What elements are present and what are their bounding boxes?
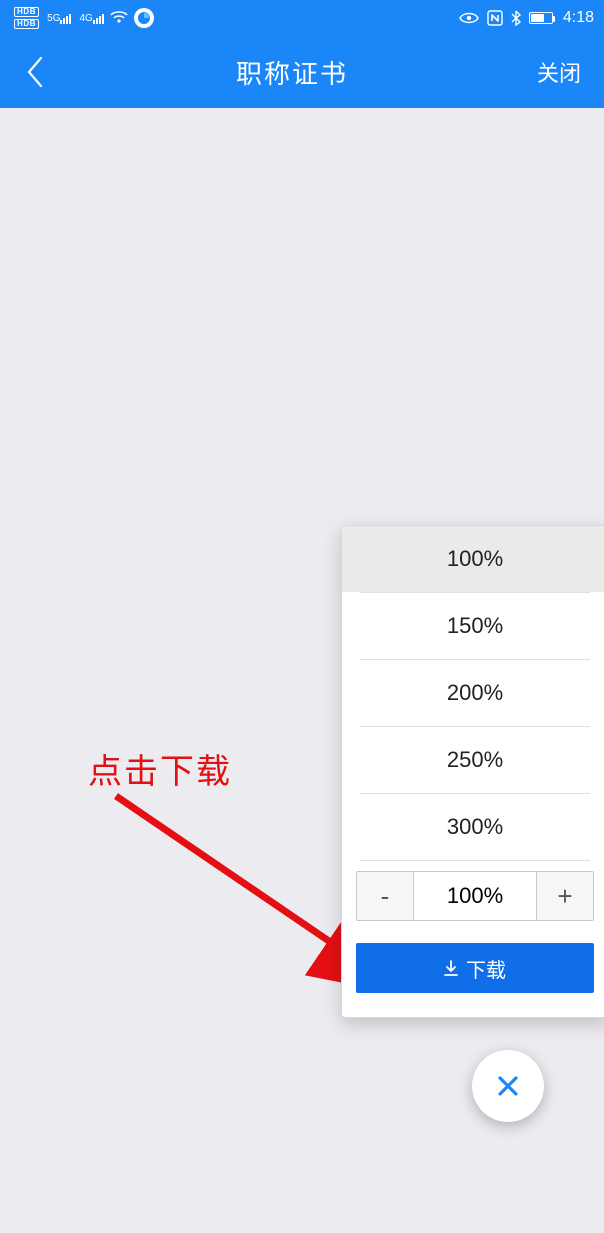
app-header: 职称证书 关闭 <box>0 36 604 108</box>
browser-icon <box>134 8 154 28</box>
close-popover-fab[interactable] <box>472 1050 544 1122</box>
nfc-icon <box>487 10 503 26</box>
hd-badge: HDB <box>14 7 39 17</box>
zoom-option-200[interactable]: 200% <box>342 660 604 726</box>
back-button[interactable] <box>0 36 70 108</box>
zoom-decrease-button[interactable]: - <box>357 872 413 920</box>
page-title: 职称证书 <box>70 54 514 91</box>
status-left: HDB HDB 5G 4G <box>14 7 154 29</box>
close-icon <box>495 1073 521 1099</box>
zoom-increase-button[interactable]: + <box>537 872 593 920</box>
close-button[interactable]: 关闭 <box>514 56 604 88</box>
eye-icon <box>459 11 479 25</box>
hd-badges: HDB HDB <box>14 7 39 29</box>
zoom-popover: 100% 150% 200% 250% 300% - 100% + 下载 <box>341 525 604 1018</box>
net-label-4g: 4G <box>79 13 92 24</box>
zoom-option-150[interactable]: 150% <box>342 593 604 659</box>
zoom-option-250[interactable]: 250% <box>342 727 604 793</box>
status-right: 4:18 <box>459 9 594 27</box>
download-label: 下载 <box>466 954 506 983</box>
net-label-5g: 5G <box>47 13 60 24</box>
zoom-option-300[interactable]: 300% <box>342 794 604 860</box>
status-bar: HDB HDB 5G 4G 4:18 <box>0 0 604 36</box>
zoom-option-list: 100% 150% 200% 250% 300% <box>342 526 604 861</box>
signal-5g: 5G <box>45 13 71 24</box>
battery-icon <box>529 12 553 24</box>
download-button[interactable]: 下载 <box>356 943 594 993</box>
clock: 4:18 <box>563 9 594 27</box>
annotation-text: 点击下载 <box>88 744 232 793</box>
zoom-option-100[interactable]: 100% <box>342 526 604 592</box>
zoom-stepper: - 100% + <box>356 871 594 921</box>
hd-badge: HDB <box>14 19 39 29</box>
signal-4g: 4G <box>77 13 103 24</box>
download-icon <box>444 960 458 976</box>
divider <box>360 860 590 861</box>
content-area: 点击下载 100% 150% 200% 250% 300% - 100% + <box>0 108 604 1233</box>
bluetooth-icon <box>511 10 521 26</box>
wifi-icon <box>110 10 128 27</box>
zoom-value: 100% <box>413 872 537 920</box>
chevron-left-icon <box>25 55 45 89</box>
